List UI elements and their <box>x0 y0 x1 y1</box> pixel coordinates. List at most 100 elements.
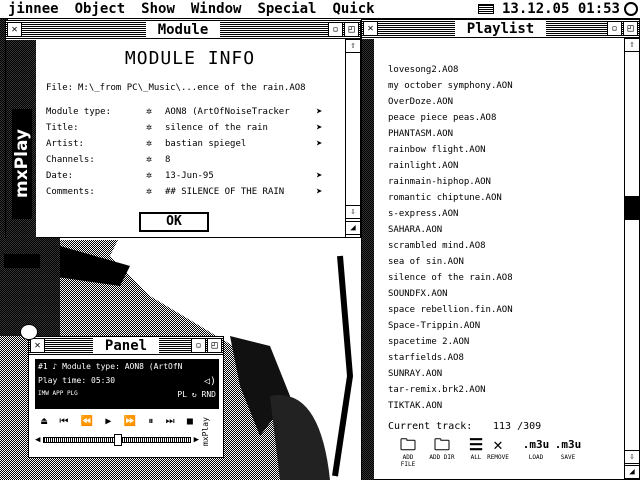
folder-icon: 🗀 <box>399 435 416 454</box>
speaker-icon[interactable]: ◁) <box>204 376 216 387</box>
volume-knob[interactable] <box>114 434 123 446</box>
gear-icon: ✲ <box>146 186 153 197</box>
play-icon[interactable]: ▶ <box>105 416 111 427</box>
menu-bar: jinnee Object Show Window Special Quick … <box>0 0 640 19</box>
remove-button[interactable]: ✕ REMOVE <box>484 436 512 462</box>
playlist-item[interactable]: SOUNDFX.AON <box>388 289 448 299</box>
forward-icon[interactable]: ⏩ <box>124 416 136 427</box>
ok-button[interactable]: OK <box>139 212 209 232</box>
current-track-label: Current track: <box>388 421 473 432</box>
arrow-right-icon[interactable]: ➤ <box>316 106 328 117</box>
menu-quick[interactable]: Quick <box>324 1 382 17</box>
fullsize-icon[interactable]: ◰ <box>623 21 638 36</box>
playlist-item[interactable]: rainlight.AON <box>388 161 458 171</box>
gear-icon: ✲ <box>146 106 153 117</box>
module-scrollbar[interactable]: ⇧ ⇩ ◢ <box>345 39 360 237</box>
scroll-down-icon[interactable]: ⇩ <box>346 205 360 219</box>
playlist-item[interactable]: my october symphony.AON <box>388 81 513 91</box>
close-icon[interactable]: ✕ <box>30 338 45 353</box>
rewind-icon[interactable]: ⏪ <box>81 416 93 427</box>
playlist-item[interactable]: silence of the rain.AO8 <box>388 273 513 283</box>
mxplay-logo: mxPlay <box>12 109 32 219</box>
menu-special[interactable]: Special <box>249 1 324 17</box>
menu-window[interactable]: Window <box>183 1 250 17</box>
volume-slider[interactable]: ◀ ▶ <box>35 433 199 447</box>
clock-icon[interactable] <box>20 324 38 340</box>
desktop-icon[interactable] <box>4 254 40 268</box>
flag-icon[interactable] <box>477 4 494 14</box>
playlist-titlebar[interactable]: Playlist <box>362 20 639 38</box>
module-window: Module ✕ ▫ ◰ mxPlay MODULE INFO File: M:… <box>5 20 361 238</box>
menu-jinnee[interactable]: jinnee <box>0 1 67 17</box>
arrow-right-icon[interactable]: ➤ <box>316 122 328 133</box>
next-icon[interactable]: ⏭ <box>166 416 175 427</box>
playlist-item[interactable]: SUNRAY.AON <box>388 369 442 379</box>
playlist-item[interactable]: spacetime 2.AON <box>388 337 469 347</box>
pause-icon[interactable]: ⏸ <box>148 416 153 427</box>
mode-pl[interactable]: PL <box>177 390 187 399</box>
playlist-item[interactable]: SAHARA.AON <box>388 225 442 235</box>
iconify-icon[interactable]: ▫ <box>191 338 206 353</box>
mode-app[interactable]: APP <box>52 390 63 397</box>
save-label: SAVE <box>560 454 576 461</box>
repeat-icon[interactable]: ↻ <box>192 390 197 399</box>
playlist-item[interactable]: starfields.AO8 <box>388 353 464 363</box>
scroll-down-icon[interactable]: ⇩ <box>625 450 639 464</box>
arrow-right-icon[interactable]: ➤ <box>316 170 328 181</box>
playlist-item[interactable]: peace piece peas.AO8 <box>388 113 496 123</box>
playlist-item[interactable]: PHANTASM.AON <box>388 129 453 139</box>
playlist-item[interactable]: OverDoze.AON <box>388 97 453 107</box>
current-track-value: 113 /309 <box>493 421 542 432</box>
fullsize-icon[interactable]: ◰ <box>344 22 359 37</box>
mode-rnd[interactable]: RND <box>202 390 216 399</box>
add-file-label: ADD FILE <box>400 454 416 468</box>
prev-icon[interactable]: ⏮ <box>59 416 68 427</box>
iconify-icon[interactable]: ▫ <box>328 22 343 37</box>
close-icon[interactable]: ✕ <box>7 22 22 37</box>
playlist-item[interactable]: s-express.AON <box>388 209 458 219</box>
arrow-right-icon[interactable]: ➤ <box>316 138 328 149</box>
playlist-item[interactable]: tar-remix.brk2.AON <box>388 385 486 395</box>
playlist-item[interactable]: sea of sin.AON <box>388 257 464 267</box>
playlist-item[interactable]: Space-Trippin.AON <box>388 321 480 331</box>
playlist-item[interactable]: lovesong2.AO8 <box>388 65 458 75</box>
playlist-scrollbar[interactable]: ⇧ ⇩ ◢ <box>624 38 639 479</box>
scroll-up-icon[interactable]: ⇧ <box>346 39 360 53</box>
fullsize-icon[interactable]: ◰ <box>207 338 222 353</box>
m3u-icon: .m3u <box>554 438 582 451</box>
channels-value: 8 <box>165 155 171 165</box>
gear-icon: ✲ <box>146 122 153 133</box>
scroll-track[interactable] <box>625 54 639 449</box>
scroll-thumb[interactable] <box>625 196 639 220</box>
panel-title: Panel <box>92 337 160 354</box>
refresh-icon[interactable] <box>624 2 638 16</box>
comments-label: Comments: <box>46 187 95 197</box>
playlist-item[interactable]: scrambled mind.AO8 <box>388 241 486 251</box>
scroll-up-icon[interactable]: ⇧ <box>625 38 639 52</box>
playlist-item[interactable]: rainbow flight.AON <box>388 145 486 155</box>
module-titlebar[interactable]: Module <box>6 21 360 39</box>
eject-icon[interactable]: ⏏ <box>41 416 47 427</box>
folder-icon: 🗀 <box>433 435 450 454</box>
stop-icon[interactable]: ■ <box>187 416 193 427</box>
module-type-label: Module type: <box>46 107 112 117</box>
playlist-item[interactable]: TIKTAK.AON <box>388 401 442 411</box>
menu-object[interactable]: Object <box>67 1 134 17</box>
playlist-item[interactable]: rainmain-hiphop.AON <box>388 177 491 187</box>
close-icon[interactable]: ✕ <box>363 21 378 36</box>
save-button[interactable]: .m3u SAVE <box>548 436 588 461</box>
arrow-right-icon[interactable]: ➤ <box>316 186 328 197</box>
iconify-icon[interactable]: ▫ <box>607 21 622 36</box>
date-value: 13-Jun-95 <box>165 171 214 181</box>
playlist-item[interactable]: romantic chiptune.AON <box>388 193 502 203</box>
add-file-button[interactable]: 🗀 ADD FILE <box>394 435 422 469</box>
menu-show[interactable]: Show <box>133 1 183 17</box>
mode-imw[interactable]: IMW <box>38 390 49 397</box>
resize-icon[interactable]: ◢ <box>625 465 639 479</box>
playlist-item[interactable]: space rebellion.fin.AON <box>388 305 513 315</box>
add-dir-button[interactable]: 🗀 ADD DIR <box>428 435 456 462</box>
mode-plg[interactable]: PLG <box>67 390 78 397</box>
date-label: Date: <box>46 171 74 181</box>
comments-value: ## SILENCE OF THE RAIN <box>165 187 285 197</box>
resize-icon[interactable]: ◢ <box>346 221 360 235</box>
